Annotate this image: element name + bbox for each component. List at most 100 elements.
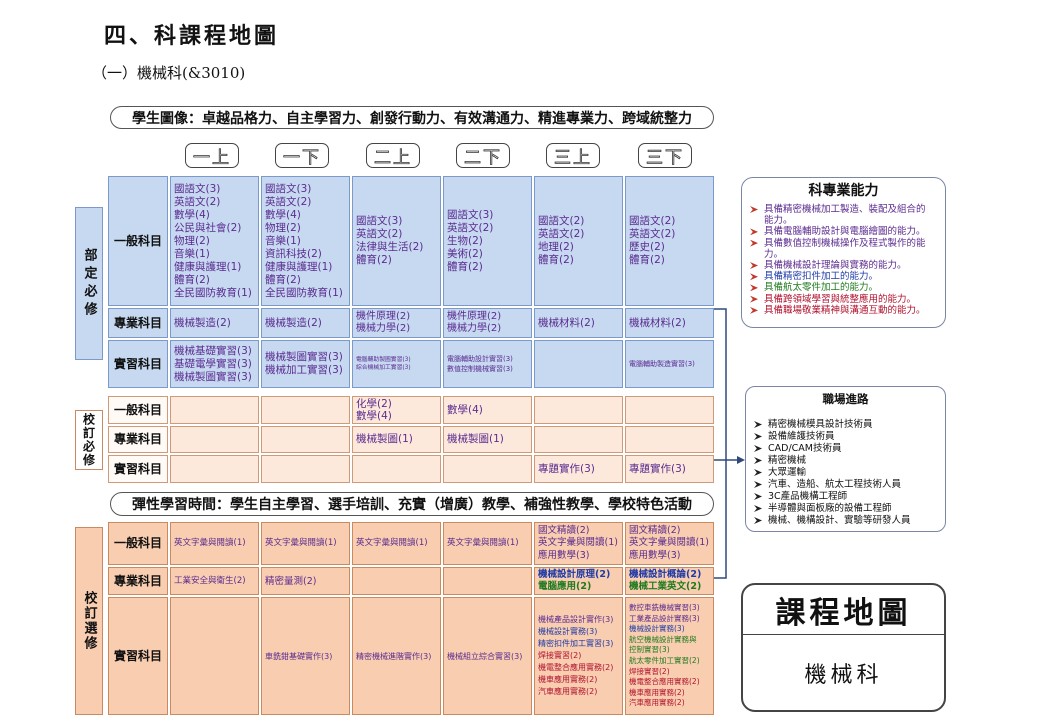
ability-item-text: 具備航太零件加工的能力。 bbox=[764, 282, 879, 294]
course-item: 體育(2) bbox=[447, 260, 483, 273]
course-cell: 機械製圖(1) bbox=[352, 426, 441, 453]
ability-item-text: 具備精密機械加工製造、裝配及組合的能力。 bbox=[764, 204, 926, 227]
section-label-text: 校訂選修 bbox=[81, 591, 97, 651]
course-item: 英文字彙與閱讀(1) bbox=[538, 537, 618, 549]
course-cell: 英文字彙與閱讀(1) bbox=[443, 522, 532, 565]
course-item: 國語文(3) bbox=[447, 208, 494, 221]
section-label-school-required: 校訂必修 bbox=[75, 410, 103, 470]
semester-header: 三上 bbox=[546, 143, 600, 168]
course-item: 機械組立綜合實習(3) bbox=[447, 651, 523, 661]
course-item: 精密量測(2) bbox=[265, 575, 317, 587]
course-cell: 電腦輔助製造實習(3) bbox=[625, 340, 714, 388]
course-item: 機械基礎實習(3) bbox=[174, 344, 252, 357]
student-profile-text: 學生圖像：卓越品格力、自主學習力、創發行動力、有效溝通力、精進專業力、跨域統整力 bbox=[132, 110, 692, 127]
empty-course-cell bbox=[261, 396, 350, 424]
course-item: 英語文(2) bbox=[356, 228, 403, 240]
careers-list: 精密機械模具設計技術員 設備維護技術員 CAD/CAM技術員 精密機械 大眾運輸 汽車、造… bbox=[746, 419, 945, 527]
course-cell: 機械製造(2) bbox=[261, 308, 350, 338]
ability-item-text: 具備職場敬業精神與溝通互動的能力。 bbox=[764, 304, 926, 316]
empty-course-cell bbox=[352, 455, 441, 483]
abilities-title: 科專業能力 bbox=[808, 183, 879, 199]
course-item: 工業安全與衛生(2) bbox=[174, 575, 246, 586]
career-item-text: 半導體與面板廠的設備工程師 bbox=[768, 503, 892, 514]
empty-course-cell bbox=[170, 426, 259, 453]
arrow-bullet-icon bbox=[749, 294, 764, 305]
course-item: 電腦輔助製圖實習(3) bbox=[356, 357, 411, 363]
course-item: 焊接實習(2) bbox=[538, 651, 582, 660]
section-label-national-required: 部定必修 bbox=[75, 207, 103, 360]
flexible-learning-banner: 彈性學習時間：學生自主學習、選手培訓、充實（增廣）教學、補強性教學、學校特色活動 bbox=[110, 492, 714, 516]
empty-course-cell bbox=[170, 597, 259, 715]
ability-item: 具備機械設計理論與實務的能力。 bbox=[749, 260, 945, 271]
course-cell: 國語文(2) 英語文(2) 地理(2) 體育(2) bbox=[534, 176, 623, 306]
course-item: 汽車應用實務(2) bbox=[629, 698, 685, 708]
flexible-learning-text: 彈性學習時間：學生自主學習、選手培訓、充實（增廣）教學、補強性教學、學校特色活動 bbox=[132, 497, 692, 513]
career-item: 半導體與面板廠的設備工程師 bbox=[753, 503, 945, 515]
course-item: 英文字彙與閱讀(1) bbox=[174, 538, 246, 548]
section-label-text: 部定必修 bbox=[81, 247, 97, 320]
course-cell: 國語文(3) 英語文(2) 數學(4) 公民與社會(2) 物理(2) 音樂(1) 健康與護理… bbox=[170, 176, 259, 306]
course-item: 公民與社會(2) bbox=[174, 221, 242, 234]
ability-item: 具備跨領域學習與統整應用的能力。 bbox=[749, 294, 945, 305]
career-item: 機械、機構設計、實驗等研發人員 bbox=[753, 515, 945, 527]
course-item: 數學(4) bbox=[356, 410, 392, 422]
course-item: 機電整合應用實務(2) bbox=[538, 663, 614, 672]
course-cell: 機械製圖(1) bbox=[443, 426, 532, 453]
course-item: 機械設計概論(2) bbox=[629, 569, 702, 580]
course-item: 機車應用實務(2) bbox=[538, 675, 598, 684]
arrow-bullet-icon bbox=[753, 467, 768, 479]
course-cell: 國語文(3) 英語文(2) 生物(2) 美術(2) 體育(2) bbox=[443, 176, 532, 306]
arrow-bullet-icon bbox=[749, 204, 764, 215]
course-item: 英文字彙與閱讀(1) bbox=[265, 538, 337, 548]
course-item: 音樂(1) bbox=[174, 247, 210, 260]
course-item: 機械產品設計實作(3) bbox=[538, 615, 614, 624]
course-item: 國文精讀(2) bbox=[629, 524, 681, 536]
course-item: 機械力學(2) bbox=[447, 323, 502, 334]
course-item: 機械設計實務(3) bbox=[538, 627, 598, 636]
course-item: 應用數學(3) bbox=[538, 549, 590, 561]
course-item: 物理(2) bbox=[265, 221, 301, 234]
course-item: 機械製圖實習(3) bbox=[265, 351, 343, 363]
course-cell: 專題實作(3) bbox=[534, 455, 623, 483]
arrow-bullet-icon bbox=[753, 515, 768, 527]
row-category-label: 實習科目 bbox=[108, 340, 168, 388]
row-category-label: 專業科目 bbox=[108, 567, 168, 595]
arrow-bullet-icon bbox=[749, 238, 764, 249]
arrow-bullet-icon bbox=[753, 431, 768, 443]
career-item: 汽車、造船、航太工程技術人員 bbox=[753, 479, 945, 491]
course-item: 機件原理(2) bbox=[447, 310, 502, 322]
course-item: 體育(2) bbox=[174, 273, 210, 286]
course-cell: 化學(2) 數學(4) bbox=[352, 396, 441, 424]
course-cell: 機械材料(2) bbox=[625, 308, 714, 338]
course-item: 音樂(1) bbox=[265, 234, 301, 247]
course-cell: 機件原理(2) 機械力學(2) bbox=[352, 308, 441, 338]
course-cell: 專題實作(3) bbox=[625, 455, 714, 483]
course-cell: 英文字彙與閱讀(1) bbox=[170, 522, 259, 565]
course-item: 機械設計原理(2) bbox=[538, 569, 611, 580]
arrow-bullet-icon bbox=[749, 305, 764, 316]
course-item: 國語文(2) bbox=[629, 215, 676, 227]
career-item-text: 3C產品機構工程師 bbox=[768, 491, 848, 502]
course-item: 英語文(2) bbox=[629, 228, 676, 240]
arrow-bullet-icon bbox=[753, 455, 768, 467]
course-grid-school-required: 一般科目 化學(2) 數學(4) 數學(4) 專業科目 機械製圖(1) 機械製圖(1) 實習科… bbox=[108, 396, 714, 483]
row-category-label: 實習科目 bbox=[108, 597, 168, 715]
page-heading: 四、科課程地圖 bbox=[104, 23, 280, 49]
course-cell: 機械基礎實習(3) 基礎電學實習(3) 機械製圖實習(3) bbox=[170, 340, 259, 388]
ability-item-text: 具備數值控制機械操作及程式製作的能力。 bbox=[764, 237, 926, 260]
career-paths-box: 職場進路 精密機械模具設計技術員 設備維護技術員 CAD/CAM技術員 精密機械 大眾運… bbox=[745, 386, 946, 532]
career-item: CAD/CAM技術員 bbox=[753, 443, 945, 455]
ability-item-text: 具備跨領域學習與統整應用的能力。 bbox=[764, 293, 917, 305]
ability-item-text: 具備精密扣件加工的能力。 bbox=[764, 271, 879, 283]
course-cell: 機件原理(2) 機械力學(2) bbox=[443, 308, 532, 338]
course-item: 機械製圖(1) bbox=[447, 433, 504, 445]
row-category-label: 專業科目 bbox=[108, 426, 168, 453]
semester-header: 一上 bbox=[185, 143, 239, 168]
empty-course-cell bbox=[625, 396, 714, 424]
course-cell: 國文精讀(2) 英文字彙與閱讀(1) 應用數學(3) bbox=[534, 522, 623, 565]
career-item: 設備維護技術員 bbox=[753, 431, 945, 443]
course-item: 機械設計實務(3) bbox=[629, 624, 685, 634]
course-item: 電腦輔助設計實習(3) bbox=[447, 355, 513, 363]
course-item: 汽車應用實務(2) bbox=[538, 687, 598, 696]
course-cell: 機械製造(2) bbox=[170, 308, 259, 338]
